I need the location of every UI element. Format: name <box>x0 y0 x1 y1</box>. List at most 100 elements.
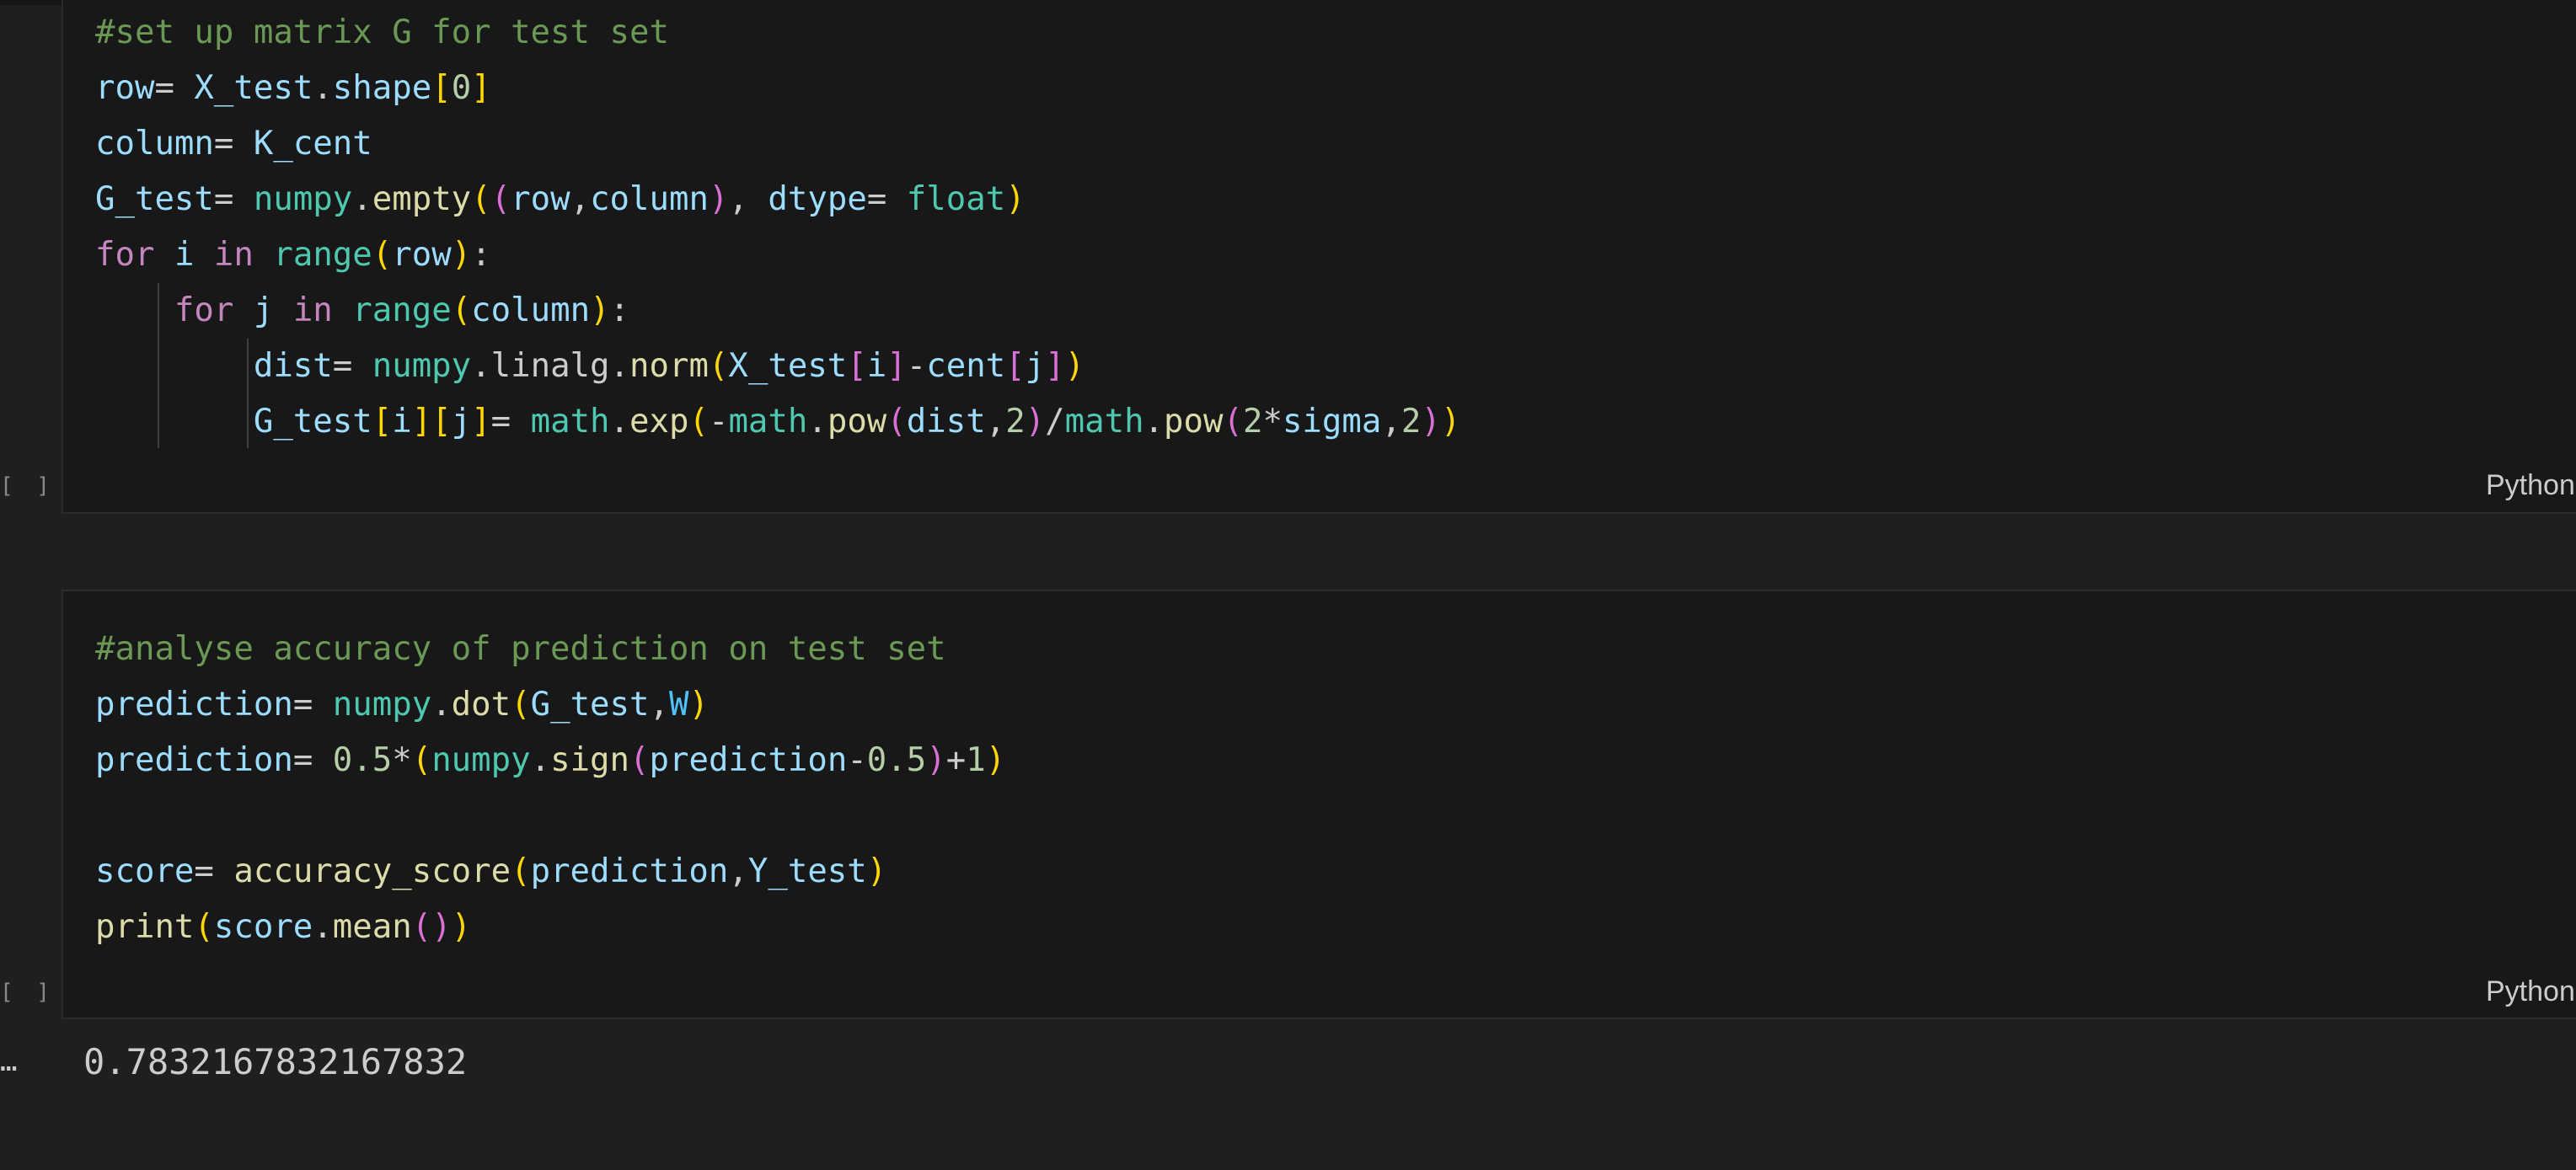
code-token: ( <box>688 403 709 441</box>
code-token: sign <box>550 741 630 779</box>
code-token: = <box>292 686 333 724</box>
code-token: [ <box>1005 347 1026 385</box>
code-token: pow <box>1164 403 1224 441</box>
code-token: X_test <box>728 347 848 385</box>
code-token: numpy <box>372 347 472 385</box>
execution-count[interactable]: [ ] <box>0 980 55 1005</box>
code-token: in <box>292 291 333 329</box>
code-editor-cell-1[interactable]: #set up matrix G for test set row= X_test… <box>95 5 1460 450</box>
code-token: prediction <box>649 741 848 779</box>
code-token: 2 <box>1400 403 1422 441</box>
code-token: Y_test <box>747 852 867 890</box>
code-token: * <box>392 741 412 779</box>
code-token: dist <box>253 347 333 385</box>
code-token: , <box>728 180 769 218</box>
code-line[interactable]: prediction= numpy.dot(G_test,W) <box>95 677 1005 733</box>
code-token: X_test <box>194 69 313 107</box>
code-token: , <box>728 852 748 890</box>
code-token: = <box>213 125 254 163</box>
execution-count[interactable]: [ ] <box>0 473 55 499</box>
code-token: dist <box>906 403 986 441</box>
code-token: norm <box>629 347 709 385</box>
code-token: 2 <box>1242 403 1263 441</box>
code-token: G_test <box>530 686 650 724</box>
code-line[interactable]: score= accuracy_score(prediction,Y_test) <box>95 844 1005 900</box>
code-token: empty <box>372 180 472 218</box>
code-line[interactable]: print(score.mean()) <box>95 900 1005 955</box>
code-token: ( <box>886 403 907 441</box>
code-token: ( <box>194 908 214 946</box>
code-token: [ <box>431 69 452 107</box>
code-token: 1 <box>966 741 986 779</box>
code-token: , <box>649 686 669 724</box>
code-token: shape <box>332 69 432 107</box>
code-line[interactable]: #analyse accuracy of prediction on test … <box>95 622 1005 677</box>
code-line[interactable]: G_test= numpy.empty((row,column), dtype=… <box>95 172 1460 227</box>
code-token: = <box>292 741 333 779</box>
code-token: G_test <box>253 403 372 441</box>
code-token: ) <box>1421 403 1441 441</box>
code-token: [ <box>372 403 393 441</box>
code-token: #set up matrix G for test set <box>95 13 669 51</box>
code-line[interactable] <box>95 788 1005 844</box>
code-token: numpy <box>253 180 353 218</box>
code-token: : <box>471 236 491 274</box>
code-token: ) <box>1025 403 1046 441</box>
code-line[interactable]: for i in range(row): <box>95 227 1460 283</box>
code-token: cent <box>926 347 1006 385</box>
code-token: ( <box>511 852 531 890</box>
code-token: score <box>95 852 195 890</box>
code-token: pow <box>827 403 887 441</box>
code-token: W <box>668 686 689 724</box>
code-token: = <box>490 403 531 441</box>
code-token: column <box>95 125 214 163</box>
code-token: = <box>194 852 234 890</box>
code-token: j <box>1025 347 1046 385</box>
code-token: = <box>866 180 907 218</box>
code-token: ( <box>511 686 531 724</box>
code-token: 0 <box>451 69 472 107</box>
code-token: , <box>985 403 1006 441</box>
cell-language-label[interactable]: Python <box>2486 469 2575 502</box>
code-token: sigma <box>1282 403 1382 441</box>
code-line[interactable]: column= K_cent <box>95 116 1460 172</box>
code-token: column <box>590 180 709 218</box>
code-token: ( <box>471 180 491 218</box>
code-line[interactable]: G_test[i][j]= math.exp(-math.pow(dist,2)… <box>95 394 1460 450</box>
code-token: ) <box>708 180 729 218</box>
code-editor-cell-2[interactable]: #analyse accuracy of prediction on test … <box>95 622 1005 955</box>
code-token: ( <box>411 908 432 946</box>
code-token: + <box>945 741 967 779</box>
code-token: = <box>213 180 254 218</box>
code-line[interactable]: row= X_test.shape[0] <box>95 61 1460 116</box>
code-token: ( <box>372 236 393 274</box>
code-token: ) <box>1064 347 1085 385</box>
cell-output-text: 0.7832167832167832 <box>83 1041 468 1082</box>
code-token: ] <box>1045 347 1065 385</box>
code-token: exp <box>629 403 689 441</box>
code-token: math <box>1064 403 1144 441</box>
code-line[interactable]: prediction= 0.5*(numpy.sign(prediction-0… <box>95 733 1005 788</box>
code-token: ] <box>411 403 432 441</box>
code-token: mean <box>332 908 412 946</box>
code-line[interactable]: for j in range(column): <box>95 283 1460 339</box>
code-token: score <box>213 908 313 946</box>
code-line[interactable]: dist= numpy.linalg.norm(X_test[i]-cent[j… <box>95 339 1460 394</box>
output-more-icon[interactable]: … <box>0 1044 17 1078</box>
cell-language-label[interactable]: Python <box>2486 975 2575 1008</box>
code-token: * <box>1262 403 1283 441</box>
code-token: ) <box>688 686 709 724</box>
code-token: ) <box>926 741 946 779</box>
code-token: 0.5 <box>866 741 927 779</box>
code-token: j <box>253 291 274 329</box>
code-token: ( <box>708 347 729 385</box>
code-token: - <box>906 347 927 385</box>
code-token: . <box>313 69 333 107</box>
code-line[interactable]: #set up matrix G for test set <box>95 5 1460 61</box>
code-token: . <box>530 741 551 779</box>
